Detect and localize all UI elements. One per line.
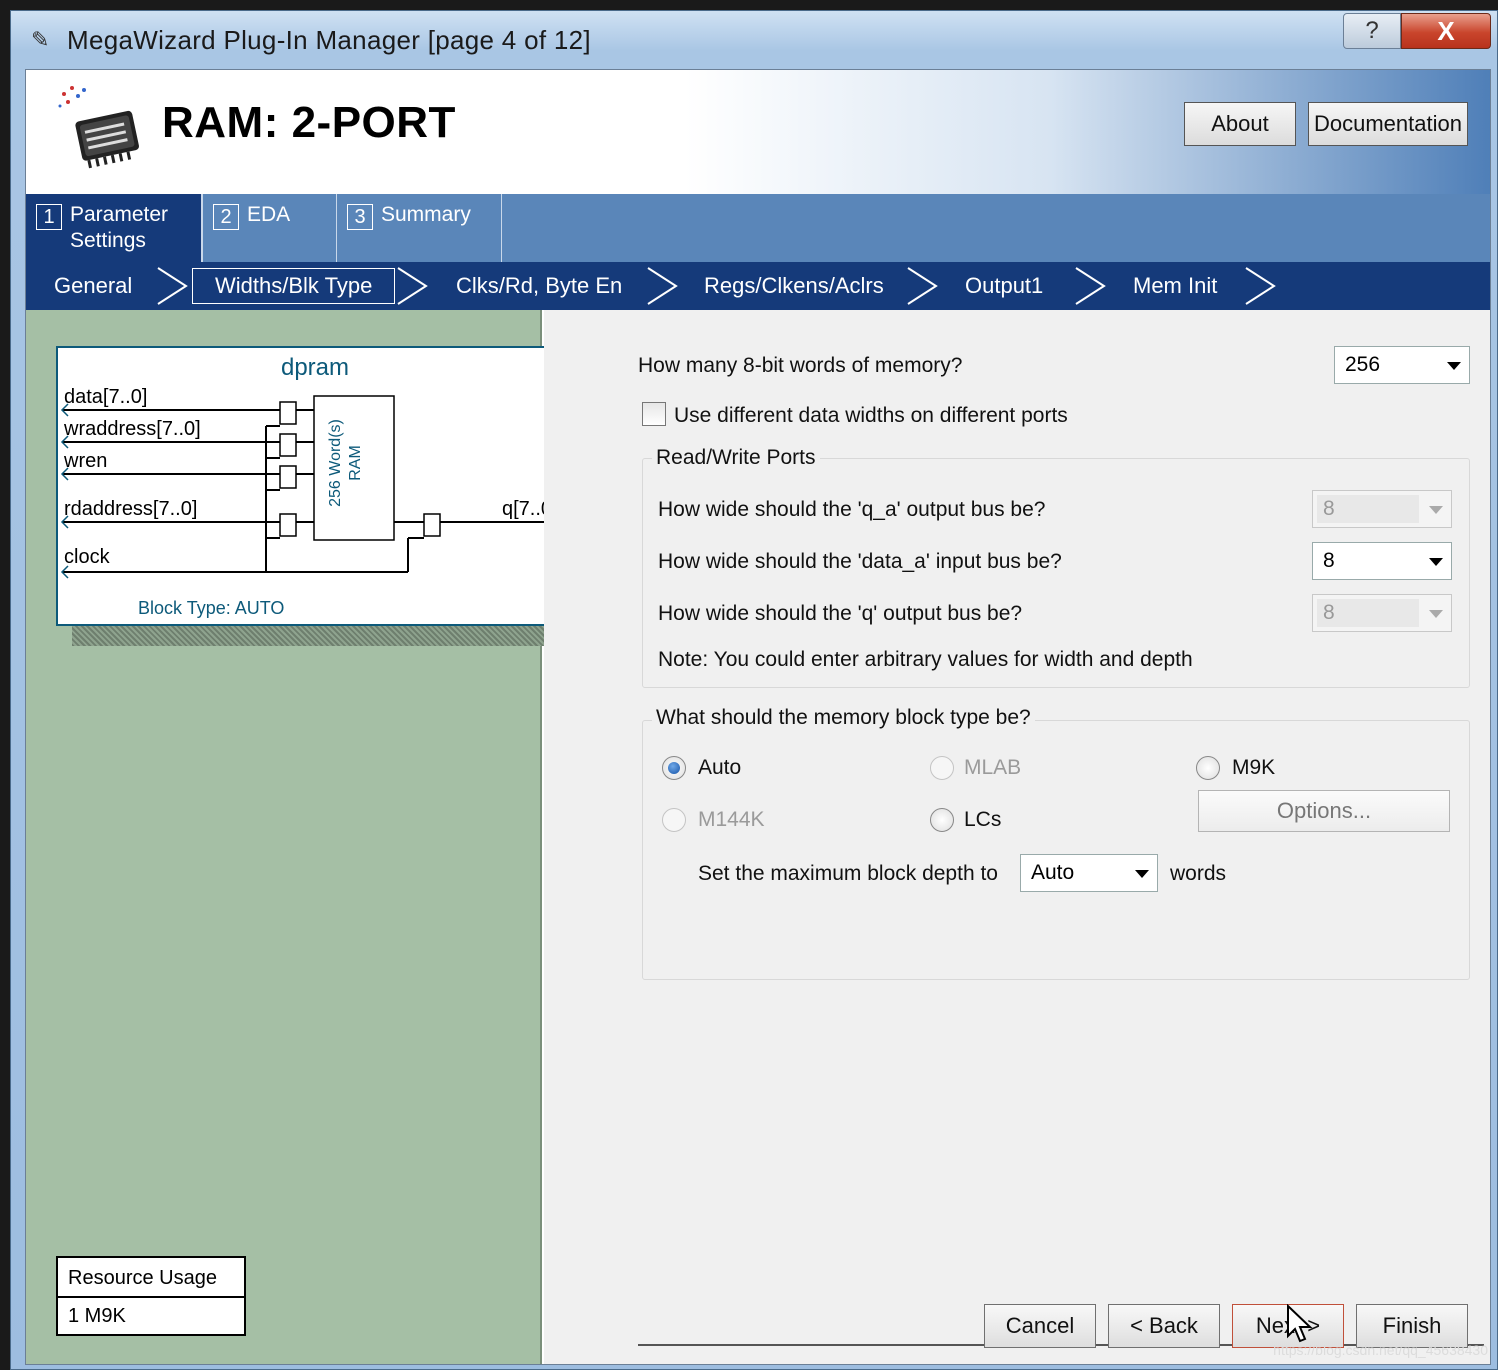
watermark-text: https://blog.csdn.net/qq_45638430	[1273, 1342, 1488, 1358]
wizard-icon: ✎	[31, 27, 50, 52]
memory-block-type-group	[642, 720, 1470, 980]
words-question: How many 8-bit words of memory?	[638, 354, 963, 377]
wizard-content: RAM: 2-PORT About Documentation 1 Parame…	[25, 69, 1491, 1365]
data-a-width-select[interactable]: 8	[1312, 542, 1452, 580]
chevron-right-icon	[907, 267, 938, 305]
port-wren: wren	[64, 450, 108, 472]
tab-number: 3	[347, 204, 373, 230]
title-bar[interactable]: ✎ MegaWizard Plug-In Manager [page 4 of …	[11, 11, 1497, 69]
data-a-question: How wide should the 'data_a' input bus b…	[658, 550, 1062, 573]
window-title: MegaWizard Plug-In Manager [page 4 of 12…	[67, 25, 591, 55]
resource-usage-box: Resource Usage 1 M9K	[56, 1256, 246, 1336]
q-a-question: How wide should the 'q_a' output bus be?	[658, 498, 1046, 521]
ram-label: 256 Word(s) RAM	[326, 408, 366, 518]
subnav-clks-rd-byte-en[interactable]: Clks/Rd, Byte En	[456, 262, 622, 310]
port-clock: clock	[64, 546, 110, 568]
read-write-ports-label: Read/Write Ports	[652, 446, 820, 470]
width-depth-note: Note: You could enter arbitrary values f…	[658, 648, 1193, 671]
radio-lcs-label: LCs	[964, 808, 1002, 831]
different-widths-label: Use different data widths on different p…	[674, 404, 1068, 427]
max-depth-label: Set the maximum block depth to	[698, 862, 998, 885]
radio-m144k-label: M144K	[698, 808, 765, 831]
resource-usage-value: 1 M9K	[68, 1305, 126, 1327]
back-button[interactable]: < Back	[1108, 1304, 1220, 1348]
subnav-general[interactable]: General	[54, 262, 132, 310]
chevron-down-icon	[1429, 610, 1443, 618]
chevron-right-icon	[1075, 267, 1106, 305]
subnav-mem-init[interactable]: Mem Init	[1133, 262, 1217, 310]
megawizard-window: ✎ MegaWizard Plug-In Manager [page 4 of …	[10, 10, 1498, 1370]
memory-block-type-label: What should the memory block type be?	[652, 706, 1035, 730]
radio-m9k[interactable]	[1196, 756, 1220, 780]
max-depth-select[interactable]: Auto	[1020, 854, 1158, 892]
cancel-button[interactable]: Cancel	[984, 1304, 1096, 1348]
radio-m144k[interactable]	[662, 808, 686, 832]
wizard-tabs: 1 Parameter Settings 2 EDA 3 Summary	[26, 194, 1490, 262]
chevron-right-icon	[157, 267, 188, 305]
resource-usage-header: Resource Usage	[58, 1258, 244, 1298]
chevron-down-icon	[1135, 870, 1149, 878]
subnav-output1[interactable]: Output1	[965, 262, 1043, 310]
words-select-value: 256	[1345, 353, 1381, 376]
tab-label: Parameter Settings	[70, 203, 169, 252]
about-button[interactable]: About	[1184, 102, 1296, 146]
subnav-widths-blk-type[interactable]: Widths/Blk Type	[192, 268, 396, 304]
chevron-down-icon	[1429, 558, 1443, 566]
wizard-header: RAM: 2-PORT About Documentation	[26, 70, 1490, 194]
chevron-right-icon	[397, 267, 428, 305]
tab-summary[interactable]: 3 Summary	[337, 194, 502, 262]
radio-selected-dot	[668, 762, 680, 774]
words-suffix: words	[1170, 862, 1227, 885]
subnav-regs-clkens-aclrs[interactable]: Regs/Clkens/Aclrs	[704, 262, 884, 310]
documentation-button[interactable]: Documentation	[1308, 102, 1468, 146]
q-question: How wide should the 'q' output bus be?	[658, 602, 1023, 625]
radio-auto-label: Auto	[698, 756, 742, 779]
tab-number: 1	[36, 204, 62, 230]
q-a-width-select[interactable]: 8	[1312, 490, 1452, 528]
radio-auto[interactable]	[662, 756, 686, 780]
q-width-value: 8	[1323, 601, 1335, 624]
radio-mlab-label: MLAB	[964, 756, 1022, 779]
port-rdaddress: rdaddress[7..0]	[64, 498, 198, 520]
ram-type-label: RAM	[347, 445, 364, 481]
mouse-cursor-icon	[1287, 1304, 1313, 1343]
close-button[interactable]: X	[1401, 13, 1491, 49]
tab-parameter-settings[interactable]: 1 Parameter Settings	[26, 194, 202, 262]
chevron-down-icon	[1429, 506, 1443, 514]
radio-m9k-label: M9K	[1232, 756, 1276, 779]
page-title: RAM: 2-PORT	[162, 98, 456, 147]
settings-panel: How many 8-bit words of memory? 256 Use …	[544, 310, 1490, 1364]
tab-number: 2	[213, 204, 239, 230]
tab-label: EDA	[247, 203, 291, 226]
block-type-label: Block Type: AUTO	[138, 598, 285, 618]
data-a-width-value: 8	[1323, 549, 1335, 572]
port-data: data[7..0]	[64, 386, 148, 408]
words-select[interactable]: 256	[1334, 346, 1470, 384]
preview-panel: dpram data[7..0] wraddress[7..0] wren rd…	[26, 310, 590, 1364]
chevron-right-icon	[647, 267, 678, 305]
different-widths-checkbox[interactable]	[642, 402, 666, 426]
block-diagram: dpram data[7..0] wraddress[7..0] wren rd…	[56, 346, 574, 626]
help-button[interactable]: ?	[1343, 13, 1401, 49]
q-a-width-value: 8	[1323, 497, 1335, 520]
q-width-select[interactable]: 8	[1312, 594, 1452, 632]
max-depth-value: Auto	[1031, 861, 1075, 884]
radio-lcs[interactable]	[930, 808, 954, 832]
ram-words-label: 256 Word(s)	[327, 419, 344, 507]
chevron-right-icon	[1245, 267, 1276, 305]
tab-label: Summary	[381, 203, 471, 226]
port-wraddress: wraddress[7..0]	[64, 418, 201, 440]
chip-logo-icon	[58, 86, 139, 169]
chevron-down-icon	[1447, 362, 1461, 370]
radio-mlab[interactable]	[930, 756, 954, 780]
sub-navigation: General Widths/Blk Type Clks/Rd, Byte En…	[26, 262, 1490, 310]
tab-eda[interactable]: 2 EDA	[202, 194, 337, 262]
options-button[interactable]: Options...	[1198, 790, 1450, 832]
